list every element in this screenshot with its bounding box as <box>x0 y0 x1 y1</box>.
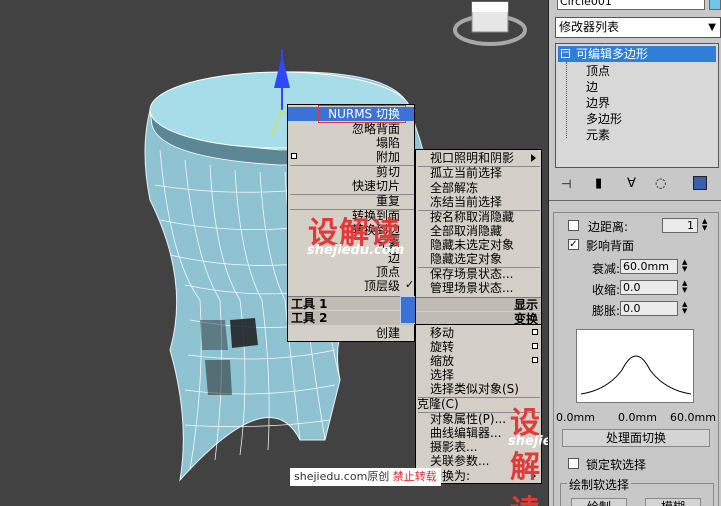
menu-item-ignore-backfacing[interactable]: 忽略背面 <box>288 122 400 136</box>
chevron-down-icon: ▼ <box>708 22 716 33</box>
menu-item-top-level[interactable]: 顶层级 <box>288 279 400 293</box>
menu-item-dope-sheet[interactable]: 摄影表... <box>430 440 477 454</box>
menu-item-unfreeze-all[interactable]: 全部解冻 <box>430 181 478 195</box>
configure-sets-icon[interactable] <box>693 176 707 190</box>
divider <box>549 200 721 201</box>
footer-watermark: shejiedu.com原创 禁止转载 <box>290 468 441 486</box>
stack-item-edge[interactable]: 边 <box>586 79 598 95</box>
move-options-icon[interactable] <box>532 329 538 335</box>
spinner-arrows-icon[interactable]: ▲ ▼ <box>682 259 687 273</box>
stack-item-border[interactable]: 边界 <box>586 95 610 111</box>
falloff-label: 衰减: <box>592 262 621 276</box>
modifier-stack: − 可编辑多边形 顶点 边 边界 多边形 元素 <box>555 43 719 168</box>
falloff-curve-graph <box>576 329 694 403</box>
shaded-face-toggle-button[interactable]: 处理面切换 <box>562 429 710 447</box>
menu-item-hide-unselected[interactable]: 隐藏未选定对象 <box>430 238 514 252</box>
menu-item-vertex[interactable]: 顶点 <box>288 265 400 279</box>
menu-item-attach[interactable]: 附加 <box>288 150 400 164</box>
spinner-arrows-icon[interactable]: ▲ ▼ <box>682 280 687 294</box>
show-end-result-icon[interactable]: ▮ <box>595 176 602 191</box>
menu-item-collapse[interactable]: 塌陷 <box>288 136 400 150</box>
stack-item-polygon[interactable]: 多边形 <box>586 111 622 127</box>
tools1-header: 工具 1 <box>288 296 414 311</box>
graph-left-label: 0.0mm <box>556 411 595 424</box>
menu-item-hide-selection[interactable]: 隐藏选定对象 <box>430 252 502 266</box>
watermark-site: shejiedu.com <box>307 243 405 258</box>
remove-modifier-icon[interactable]: ◌ <box>655 176 666 191</box>
stack-item-element[interactable]: 元素 <box>586 127 610 143</box>
menu-item-cut[interactable]: 剪切 <box>288 165 400 179</box>
quad-menu-display: 视口照明和阴影 孤立当前选择 全部解冻 冻结当前选择 按名称取消隐藏 全部取消隐… <box>415 149 542 326</box>
command-panel: Circle001 修改器列表 ▼ − 可编辑多边形 顶点 边 边界 多边形 元… <box>548 0 721 506</box>
submenu-arrow-icon <box>531 154 536 162</box>
pinch-label: 收缩: <box>592 283 621 297</box>
pin-stack-icon[interactable]: ⊣ <box>561 177 571 191</box>
menu-item-clone[interactable]: 克隆(C) <box>416 397 459 411</box>
lock-soft-selection-checkbox[interactable] <box>568 458 579 469</box>
menu-item-save-scene-state[interactable]: 保存场景状态... <box>430 267 513 281</box>
modifier-list-label: 修改器列表 <box>559 20 620 34</box>
menu-item-object-properties[interactable]: 对象属性(P)... <box>430 412 506 426</box>
tools2-header: 工具 2 <box>288 311 414 325</box>
menu-item-select[interactable]: 选择 <box>430 368 454 382</box>
affect-backfacing-checkbox[interactable]: ✓ <box>568 239 579 250</box>
menu-item-unhide-all[interactable]: 全部取消隐藏 <box>430 224 502 238</box>
blur-button[interactable]: 模糊 <box>645 498 701 506</box>
bubble-spinner[interactable]: 0.0 <box>620 301 678 316</box>
pinch-spinner[interactable]: 0.0 <box>620 280 678 295</box>
paint-soft-selection-group: 绘制软选择 绘制 模糊 <box>560 476 714 506</box>
modifier-list-dropdown[interactable]: 修改器列表 ▼ <box>555 17 721 38</box>
edge-distance-label: 边距离: <box>588 220 629 234</box>
menu-item-move[interactable]: 移动 <box>430 326 454 340</box>
watermark-logo-2: 设解读 <box>510 406 541 506</box>
edge-distance-checkbox[interactable] <box>568 220 579 231</box>
watermark-site-2: shejiedu.com <box>508 434 548 449</box>
menu-item-scale[interactable]: 缩放 <box>430 354 454 368</box>
falloff-spinner[interactable]: 60.0mm <box>620 259 678 274</box>
menu-item-unhide-by-name[interactable]: 按名称取消隐藏 <box>430 210 514 224</box>
lock-soft-selection-label: 锁定软选择 <box>586 458 647 472</box>
tree-line <box>566 62 567 138</box>
menu-item-manage-scene-states[interactable]: 管理场景状态... <box>430 281 513 295</box>
affect-backfacing-label: 影响背面 <box>586 239 635 253</box>
object-name-field[interactable]: Circle001 <box>557 0 705 10</box>
stack-root-label: 可编辑多边形 <box>576 47 649 61</box>
menu-item-viewport-lighting[interactable]: 视口照明和阴影 <box>430 151 514 165</box>
menu-item-repeat[interactable]: 重复 <box>288 194 400 208</box>
check-icon: ✓ <box>405 278 415 291</box>
rotate-options-icon[interactable] <box>532 343 538 349</box>
footer-site: shejiedu.com原创 <box>294 470 390 483</box>
stack-toolbar: ⊣ ▮ ∀ ◌ <box>555 176 719 194</box>
menu-item-curve-editor[interactable]: 曲线编辑器... <box>430 426 501 440</box>
soft-selection-rollout: 边距离: 1 ▲ ▼ ✓ 影响背面 衰减: 60.0mm ▲ ▼ 收缩: 0.0 ▲… <box>553 212 719 506</box>
graph-right-label: 60.0mm <box>670 411 716 424</box>
menu-item-rotate[interactable]: 旋转 <box>430 340 454 354</box>
perspective-viewport[interactable]: NURMS 切换 忽略背面 塌陷 附加 剪切 快速切片 重复 转换到面 转换到边… <box>0 0 548 506</box>
spinner-arrows-icon[interactable]: ▲ ▼ <box>682 301 687 315</box>
menu-item-freeze-selection[interactable]: 冻结当前选择 <box>430 195 502 209</box>
edge-distance-spinner[interactable]: 1 <box>662 218 698 233</box>
highlight-box <box>318 105 406 123</box>
spinner-arrows-icon[interactable]: ▲ ▼ <box>702 218 707 232</box>
paint-group-label: 绘制软选择 <box>567 476 632 493</box>
graph-mid-label: 0.0mm <box>618 411 657 424</box>
object-color-swatch[interactable] <box>709 0 721 10</box>
menu-item-isolate[interactable]: 孤立当前选择 <box>430 166 502 180</box>
menu-item-wire-parameters[interactable]: 关联参数... <box>430 454 489 468</box>
paint-button[interactable]: 绘制 <box>571 498 627 506</box>
menu-item-select-similar[interactable]: 选择类似对象(S) <box>430 382 519 396</box>
make-unique-icon[interactable]: ∀ <box>627 176 636 191</box>
collapse-icon[interactable]: − <box>561 49 570 58</box>
menu-item-quickslice[interactable]: 快速切片 <box>288 179 400 193</box>
footer-warn: 禁止转载 <box>392 470 437 483</box>
attach-options-icon[interactable] <box>291 153 297 159</box>
stack-item-vertex[interactable]: 顶点 <box>586 63 610 79</box>
scale-options-icon[interactable] <box>532 357 538 363</box>
display-header: 显示 <box>416 297 541 312</box>
menu-item-create[interactable]: 创建 <box>288 326 400 340</box>
bubble-label: 膨胀: <box>592 304 621 318</box>
stack-root-editable-poly[interactable]: − 可编辑多边形 <box>558 46 716 62</box>
